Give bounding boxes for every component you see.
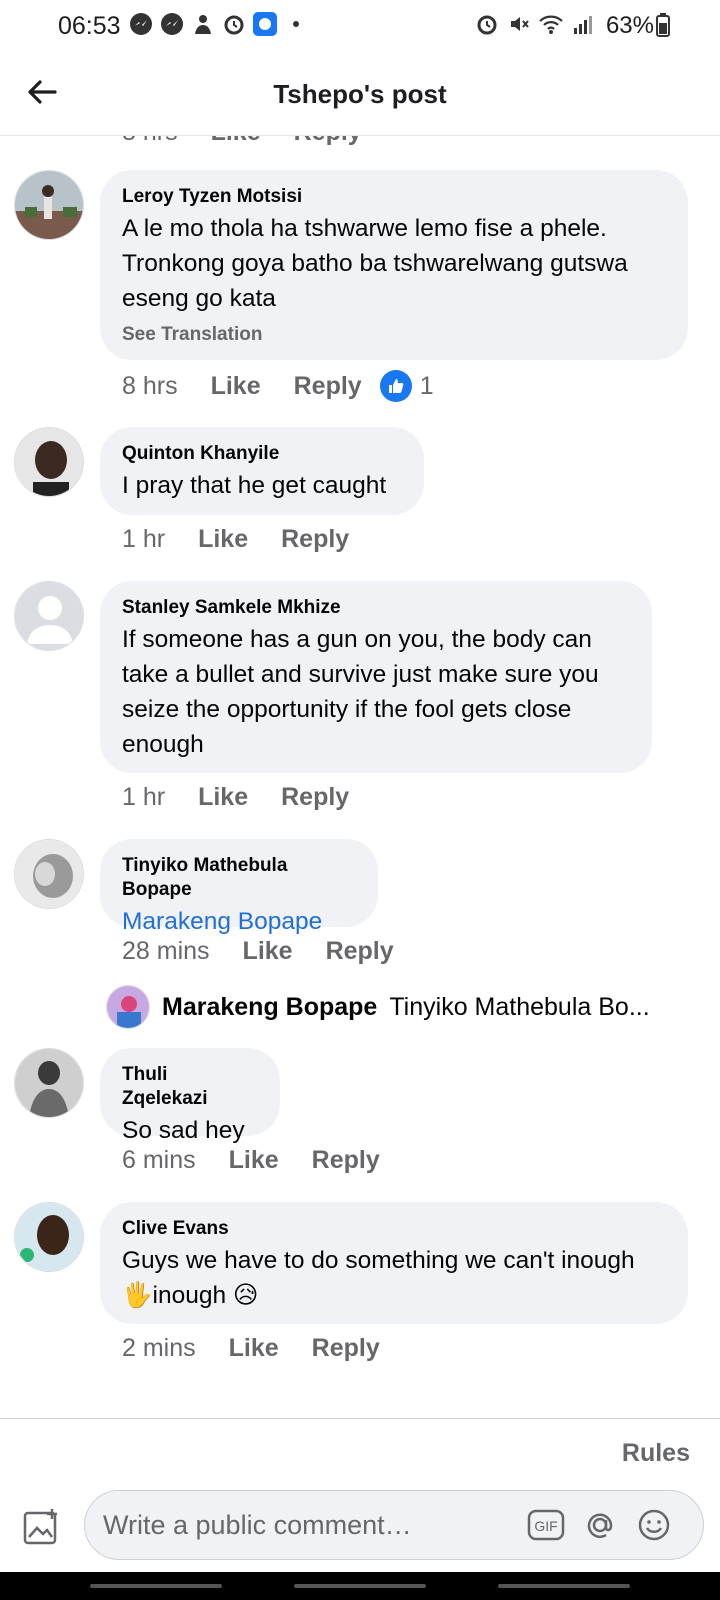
- comment-bubble[interactable]: Tinyiko Mathebula Bopape Marakeng Bopape: [100, 839, 378, 935]
- comment-actions: 8 hrs Like Reply: [122, 136, 362, 147]
- svg-text:GIF: GIF: [534, 1518, 557, 1534]
- comment-time: 8 hrs: [122, 371, 178, 400]
- avatar[interactable]: [14, 581, 84, 651]
- comment-text: So sad hey: [122, 1117, 245, 1144]
- page-title: Tshepo's post: [273, 79, 447, 109]
- commenter-name[interactable]: Tinyiko Mathebula Bopape: [122, 854, 356, 902]
- app-notification-icon: [252, 11, 278, 37]
- app-notification-icon: [190, 11, 216, 37]
- reply-button[interactable]: Reply: [312, 1146, 380, 1175]
- avatar[interactable]: [14, 427, 84, 497]
- avatar[interactable]: [14, 839, 84, 909]
- photo-button[interactable]: [22, 1507, 62, 1547]
- comment-actions: 1 hr Like Reply: [122, 525, 382, 554]
- signal-icon: [570, 11, 596, 37]
- comment-bubble[interactable]: Thuli Zqelekazi So sad hey: [100, 1048, 280, 1144]
- reply-button[interactable]: Reply: [294, 372, 362, 401]
- status-bar: 06:53 63%: [0, 0, 720, 52]
- gif-icon: GIF: [527, 1509, 565, 1541]
- sad-face-emoji: 😥: [232, 1282, 259, 1309]
- comment-actions: 28 mins Like Reply: [122, 937, 427, 966]
- nav-recents-gesture[interactable]: [498, 1584, 630, 1588]
- comments-list[interactable]: 8 hrs Like Reply Leroy Tyzen Motsisi A l…: [0, 136, 720, 1418]
- thumbs-up-icon: [379, 370, 412, 402]
- battery-icon: [656, 13, 670, 42]
- more-notifications-dot: [283, 11, 309, 37]
- comment-time: 1 hr: [122, 783, 166, 811]
- comment-actions: 6 mins Like Reply: [122, 1146, 413, 1175]
- avatar: [106, 985, 150, 1029]
- reply-button[interactable]: Reply: [326, 937, 394, 966]
- comment-bubble[interactable]: Leroy Tyzen Motsisi A le mo thola ha tsh…: [100, 170, 688, 360]
- comment-actions: 2 mins Like Reply: [122, 1334, 413, 1363]
- like-button[interactable]: Like: [211, 372, 261, 401]
- commenter-name[interactable]: Clive Evans: [122, 1217, 666, 1241]
- commenter-name[interactable]: Stanley Samkele Mkhize: [122, 596, 630, 620]
- like-button[interactable]: Like: [211, 136, 261, 147]
- mute-icon: [506, 11, 532, 37]
- reply-text: Tinyiko Mathebula Bo...: [389, 992, 650, 1021]
- like-button[interactable]: Like: [229, 1334, 279, 1363]
- messenger-icon: [128, 11, 154, 37]
- reaction-count[interactable]: 1: [379, 370, 434, 402]
- commenter-name[interactable]: Leroy Tyzen Motsisi: [122, 185, 666, 209]
- reply-button[interactable]: Reply: [281, 525, 349, 554]
- mention-button[interactable]: [581, 1506, 619, 1544]
- post-header: Tshepo's post: [0, 52, 720, 136]
- wifi-icon: [538, 11, 564, 37]
- reply-button[interactable]: Reply: [312, 1334, 380, 1363]
- reply-button[interactable]: Reply: [294, 136, 362, 147]
- comment-time: 28 mins: [122, 937, 210, 965]
- status-time: 06:53: [58, 12, 121, 40]
- at-icon: [587, 1513, 613, 1538]
- nav-back-gesture[interactable]: [90, 1584, 222, 1588]
- notification-icons: [128, 11, 309, 37]
- avatar[interactable]: [14, 1202, 84, 1272]
- system-icons: [474, 11, 596, 37]
- comment-bubble[interactable]: Stanley Samkele Mkhize If someone has a …: [100, 581, 652, 773]
- like-button[interactable]: Like: [198, 525, 248, 554]
- comment-text-line: inough: [152, 1282, 227, 1309]
- comment-text: I pray that he get caught: [122, 472, 387, 499]
- mention-link[interactable]: Marakeng Bopape: [122, 904, 356, 939]
- see-translation-link[interactable]: See Translation: [122, 324, 666, 346]
- alarm-icon: [474, 11, 500, 37]
- comment-time: 6 mins: [122, 1146, 196, 1174]
- comment-bubble[interactable]: Quinton Khanyile I pray that he get caug…: [100, 427, 424, 515]
- rules-link[interactable]: Rules: [622, 1439, 690, 1468]
- battery-level: 63%: [605, 12, 654, 39]
- like-button[interactable]: Like: [198, 783, 248, 812]
- photo-icon: [23, 1509, 57, 1545]
- comment-time: 1 hr: [122, 525, 166, 553]
- raised-hand-emoji: 🖐️: [122, 1282, 153, 1309]
- comment-bubble[interactable]: Clive Evans Guys we have to do something…: [100, 1202, 688, 1324]
- like-button[interactable]: Like: [229, 1146, 279, 1175]
- avatar[interactable]: [14, 170, 84, 240]
- comment-actions: 1 hr Like Reply: [122, 783, 382, 812]
- comment-time: 2 mins: [122, 1334, 196, 1362]
- comment-input-placeholder: Write a public comment…: [103, 1510, 412, 1540]
- reply-author: Marakeng Bopape: [162, 992, 378, 1021]
- gif-button[interactable]: GIF: [527, 1506, 565, 1544]
- reaction-count-value: 1: [419, 371, 434, 400]
- commenter-name[interactable]: Quinton Khanyile: [122, 442, 402, 466]
- commenter-name[interactable]: Thuli Zqelekazi: [122, 1063, 258, 1111]
- avatar[interactable]: [14, 1048, 84, 1118]
- comment-input[interactable]: Write a public comment… GIF: [84, 1490, 704, 1560]
- messenger-icon: [159, 11, 185, 37]
- emoji-button[interactable]: [635, 1506, 673, 1544]
- system-navigation-bar: [0, 1572, 720, 1600]
- alarm-icon: [221, 11, 247, 37]
- reply-button[interactable]: Reply: [281, 783, 349, 812]
- like-button[interactable]: Like: [243, 937, 293, 966]
- comment-text-line: Guys we have to do something we can't in…: [122, 1247, 635, 1274]
- comment-text: A le mo thola ha tshwarwe lemo fise a ph…: [122, 215, 628, 312]
- nav-home-gesture[interactable]: [294, 1584, 426, 1588]
- reply-preview[interactable]: Marakeng Bopape Tinyiko Mathebula Bo...: [106, 985, 650, 1029]
- comment-text: If someone has a gun on you, the body ca…: [122, 626, 599, 758]
- smiley-icon: [638, 1509, 670, 1541]
- comment-time: 8 hrs: [122, 136, 178, 147]
- comment-text: Guys we have to do something we can't in…: [122, 1243, 666, 1313]
- comment-actions: 8 hrs Like Reply 1: [122, 370, 434, 402]
